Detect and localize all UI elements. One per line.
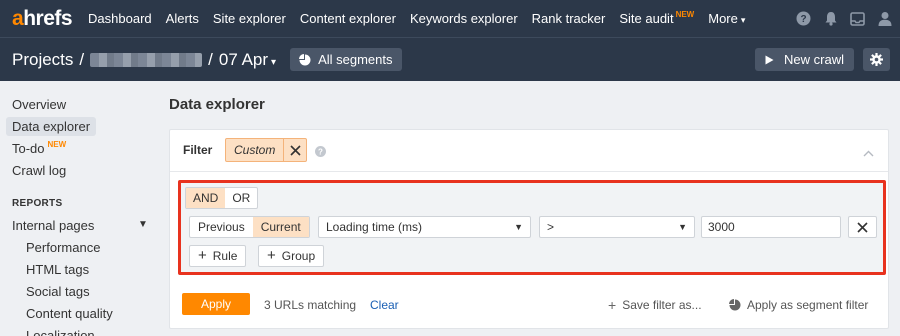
top-navigation-bar: ahrefs Dashboard Alerts Site explorer Co… bbox=[0, 0, 900, 37]
close-icon bbox=[857, 221, 868, 233]
sidebar-heading-reports: REPORTS bbox=[12, 198, 63, 209]
filter-card: Filter Custom ? AND OR Previous Current … bbox=[169, 129, 889, 329]
pie-chart-icon bbox=[299, 53, 311, 65]
new-crawl-label: New crawl bbox=[784, 52, 844, 67]
nav-rank-tracker[interactable]: Rank tracker bbox=[532, 11, 606, 26]
crawl-compare-toggle: Previous Current bbox=[189, 216, 310, 238]
logic-toggle: AND OR bbox=[185, 187, 259, 209]
caret-down-icon[interactable]: ▼ bbox=[138, 219, 148, 230]
help-icon[interactable]: ? bbox=[315, 145, 326, 160]
settings-button[interactable] bbox=[863, 48, 890, 71]
segments-button[interactable]: All segments bbox=[290, 48, 402, 71]
add-rule-label: Rule bbox=[212, 249, 238, 263]
nav-site-audit-label: Site audit bbox=[619, 11, 674, 26]
current-button[interactable]: Current bbox=[252, 217, 309, 237]
filter-label: Filter bbox=[183, 143, 213, 157]
sidebar-item-content-quality[interactable]: Content quality bbox=[26, 306, 113, 321]
sidebar-item-data-explorer[interactable]: Data explorer bbox=[6, 117, 97, 136]
nav-alerts[interactable]: Alerts bbox=[166, 11, 199, 26]
sidebar-item-html-tags[interactable]: HTML tags bbox=[26, 262, 89, 277]
main-nav: Dashboard Alerts Site explorer Content e… bbox=[88, 10, 759, 26]
nav-site-audit[interactable]: Site audit NEW bbox=[619, 10, 695, 26]
redacted-project-name[interactable] bbox=[90, 52, 203, 67]
play-icon bbox=[765, 55, 774, 64]
nav-dashboard[interactable]: Dashboard bbox=[88, 11, 152, 26]
pie-chart-icon bbox=[729, 299, 741, 311]
operator-select[interactable]: > ▼ bbox=[539, 216, 695, 238]
apply-segment-filter-button[interactable]: Apply as segment filter bbox=[729, 298, 868, 312]
filter-builder: AND OR Previous Current Loading time (ms… bbox=[178, 180, 886, 275]
segments-label: All segments bbox=[318, 52, 393, 67]
gear-icon bbox=[870, 53, 883, 66]
nav-content-explorer[interactable]: Content explorer bbox=[300, 11, 396, 26]
logic-and-button[interactable]: AND bbox=[186, 188, 226, 208]
sidebar-item-performance[interactable]: Performance bbox=[26, 240, 100, 255]
add-rule-button[interactable]: + Rule bbox=[189, 245, 247, 267]
caret-down-icon: ▾ bbox=[740, 15, 746, 25]
close-icon bbox=[290, 144, 301, 156]
operator-select-value: > bbox=[547, 220, 555, 234]
add-group-button[interactable]: + Group bbox=[258, 245, 325, 267]
custom-filter-chip[interactable]: Custom bbox=[225, 138, 308, 162]
svg-text:?: ? bbox=[318, 148, 323, 157]
crawl-date-dropdown[interactable]: 07 Apr ▾ bbox=[219, 50, 276, 70]
field-select-value: Loading time (ms) bbox=[326, 220, 423, 234]
segment-filter-label: Apply as segment filter bbox=[747, 298, 869, 312]
top-icons: ? bbox=[784, 0, 892, 37]
save-filter-label: Save filter as... bbox=[622, 298, 702, 312]
breadcrumb-separator: / bbox=[79, 49, 85, 69]
logic-or-button[interactable]: OR bbox=[225, 188, 257, 208]
new-badge: NEW bbox=[47, 140, 67, 149]
field-select[interactable]: Loading time (ms) ▼ bbox=[318, 216, 531, 238]
logo-letter-a: a bbox=[12, 6, 24, 30]
chevron-up-icon[interactable] bbox=[863, 145, 874, 160]
sidebar: Overview Data explorer To-do NEW Crawl lo… bbox=[0, 81, 160, 336]
bell-icon[interactable] bbox=[823, 11, 838, 26]
previous-button[interactable]: Previous bbox=[190, 217, 253, 237]
sidebar-item-social-tags[interactable]: Social tags bbox=[26, 284, 90, 299]
nav-keywords-explorer[interactable]: Keywords explorer bbox=[410, 11, 518, 26]
inbox-icon[interactable] bbox=[850, 11, 865, 26]
help-icon[interactable]: ? bbox=[796, 11, 811, 26]
crawl-date-label: 07 Apr bbox=[218, 49, 269, 69]
nav-more-label: More bbox=[708, 11, 738, 26]
remove-rule-button[interactable] bbox=[848, 216, 877, 238]
chip-label: Custom bbox=[234, 143, 276, 157]
plus-icon: + bbox=[267, 247, 276, 264]
caret-down-icon: ▼ bbox=[678, 222, 687, 232]
new-crawl-button[interactable]: New crawl bbox=[755, 48, 854, 71]
nav-site-explorer[interactable]: Site explorer bbox=[213, 11, 286, 26]
filter-header: Filter Custom ? bbox=[170, 130, 888, 172]
caret-down-icon: ▼ bbox=[514, 222, 523, 232]
clear-link[interactable]: Clear bbox=[370, 298, 399, 312]
filter-footer: Apply 3 URLs matching Clear + Save filter… bbox=[170, 290, 888, 320]
breadcrumb-projects[interactable]: Projects bbox=[12, 50, 73, 70]
new-badge: NEW bbox=[675, 10, 695, 19]
plus-icon: + bbox=[608, 297, 617, 313]
sidebar-item-crawl-log[interactable]: Crawl log bbox=[12, 163, 66, 178]
match-count: 3 URLs matching bbox=[264, 298, 357, 312]
sidebar-item-localization[interactable]: Localization bbox=[26, 328, 95, 336]
ahrefs-logo[interactable]: ahrefs bbox=[12, 6, 73, 31]
svg-text:?: ? bbox=[800, 14, 806, 25]
sidebar-item-overview[interactable]: Overview bbox=[12, 97, 66, 112]
project-bar: Projects / / 07 Apr ▾ All segments New cr… bbox=[0, 37, 900, 81]
sidebar-item-label: To-do bbox=[12, 141, 45, 156]
save-filter-button[interactable]: + Save filter as... bbox=[608, 298, 702, 312]
breadcrumb-separator: / bbox=[208, 49, 213, 69]
remove-filter-button[interactable] bbox=[283, 139, 306, 161]
logo-text: hrefs bbox=[23, 6, 73, 30]
page-title: Data explorer bbox=[169, 96, 265, 113]
add-group-label: Group bbox=[281, 249, 316, 263]
caret-down-icon: ▾ bbox=[271, 56, 277, 68]
sidebar-item-to-do[interactable]: To-do NEW bbox=[12, 140, 67, 156]
nav-more[interactable]: More ▾ bbox=[708, 11, 745, 26]
value-input[interactable]: 3000 bbox=[701, 216, 841, 238]
user-icon[interactable] bbox=[877, 11, 892, 26]
plus-icon: + bbox=[198, 247, 207, 264]
apply-button[interactable]: Apply bbox=[182, 293, 250, 315]
sidebar-item-internal-pages[interactable]: Internal pages bbox=[12, 218, 94, 233]
